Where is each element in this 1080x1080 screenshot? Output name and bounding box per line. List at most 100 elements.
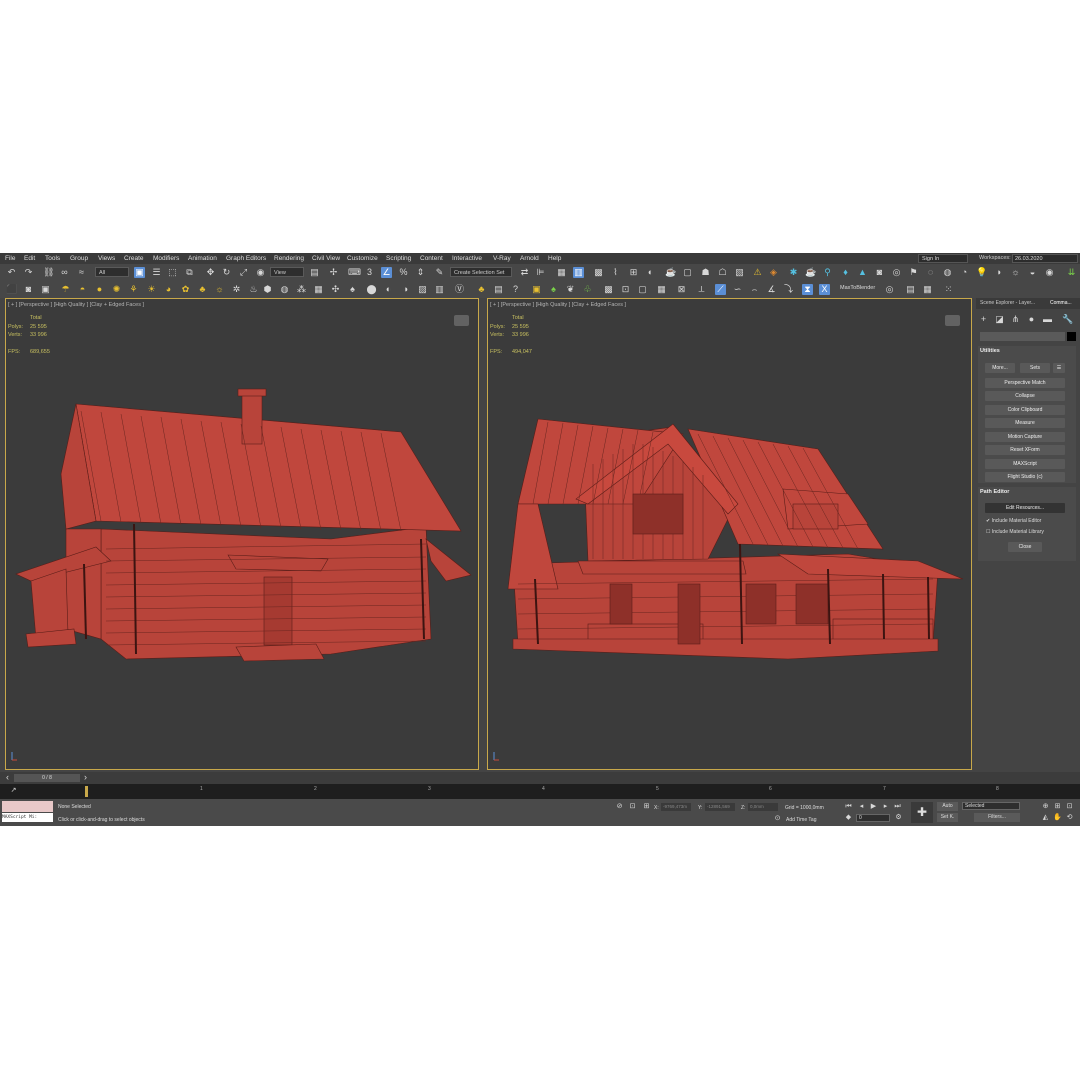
schematic-view-icon[interactable]: ⊞	[628, 267, 639, 278]
time-slider[interactable]: 0 / 8	[14, 774, 80, 782]
vray-ambient-icon[interactable]: ⚘	[128, 284, 139, 295]
track-bar[interactable]: ↗ 1 2 3 4 5 6 7 8	[0, 784, 1080, 799]
material-icon[interactable]: ▣	[40, 284, 51, 295]
checker-icon[interactable]: ▦	[656, 284, 667, 295]
menu-content[interactable]: Content	[420, 255, 443, 262]
zoom-all-icon[interactable]: ⊞	[1052, 801, 1063, 812]
select-manipulate-icon[interactable]: ✢	[328, 267, 339, 278]
keyboard-shortcut-icon[interactable]: ⌨	[348, 267, 361, 278]
color-clipboard-button[interactable]: Color Clipboard	[985, 405, 1065, 415]
previous-frame-icon[interactable]: ◂	[856, 801, 867, 812]
isolate-icon[interactable]: ⊘	[614, 801, 625, 812]
bezier-icon[interactable]: ⌢	[749, 284, 760, 295]
house-model-right[interactable]	[488, 299, 971, 769]
house-model-left[interactable]	[6, 299, 478, 769]
current-frame-field[interactable]: 0	[856, 814, 890, 822]
motion-tab-icon[interactable]: ●	[1026, 314, 1037, 325]
snap-3d-icon[interactable]: 3	[364, 267, 375, 278]
chamfer-icon[interactable]: ∡	[766, 284, 777, 295]
selection-set-dropdown[interactable]: Create Selection Set	[450, 267, 512, 277]
vray-dome-icon[interactable]: ◓	[77, 284, 88, 295]
arnold-volume-icon[interactable]: ◎	[891, 267, 902, 278]
help-icon[interactable]: ?	[510, 284, 521, 295]
vray-sphere-icon[interactable]: ◕	[163, 284, 174, 295]
menu-interactive[interactable]: Interactive	[452, 255, 482, 262]
bind-space-warp-icon[interactable]: ≈	[76, 267, 87, 278]
material-ball-icon[interactable]: ⬤	[366, 284, 377, 295]
key-mode-icon[interactable]: ◆	[843, 812, 854, 823]
menu-group[interactable]: Group	[70, 255, 88, 262]
arnold-mesh-icon[interactable]: ◙	[874, 267, 885, 278]
vray-ies-icon[interactable]: ✺	[111, 284, 122, 295]
close-button[interactable]: Close	[1008, 542, 1042, 552]
pivot-icon[interactable]: ▤	[309, 267, 320, 278]
forest-icon[interactable]: ♣	[476, 284, 487, 295]
vray-plane-icon[interactable]: ▦	[313, 284, 324, 295]
time-config-icon[interactable]: ⚙	[893, 812, 904, 823]
hierarchy-tab-icon[interactable]: ⋔	[1010, 314, 1021, 325]
material-sphere-icon[interactable]: ◑	[400, 284, 411, 295]
z-coordinate-field[interactable]: 0,0mm	[748, 803, 778, 811]
light-lister-icon[interactable]: ◑	[993, 267, 1004, 278]
configure-sets-icon[interactable]: ☰	[1053, 363, 1065, 373]
render-activeshade-icon[interactable]: ▧	[734, 267, 745, 278]
vray-fire-icon[interactable]: ♨	[248, 284, 259, 295]
material-ball-2-icon[interactable]: ◐	[383, 284, 394, 295]
selection-filter-dropdown[interactable]: All	[95, 267, 129, 277]
current-frame-marker[interactable]	[85, 786, 88, 797]
symmetry-icon[interactable]: ⟂	[696, 284, 707, 295]
blender-icon[interactable]: ◎	[884, 284, 895, 295]
texel-icon[interactable]: ▢	[637, 284, 648, 295]
vray-scatter-icon[interactable]: ⁂	[296, 284, 307, 295]
key-filter-selection-dropdown[interactable]: Selected	[962, 802, 1020, 810]
lock-selection-icon[interactable]: ⊡	[627, 801, 638, 812]
maxscript-button[interactable]: MAXScript	[985, 459, 1065, 469]
fog-icon[interactable]: ◒	[1027, 267, 1038, 278]
field-of-view-icon[interactable]: ◭	[1040, 812, 1051, 823]
zoom-icon[interactable]: ⊕	[1040, 801, 1051, 812]
arnold-shader-icon[interactable]: ♦	[840, 267, 851, 278]
play-icon[interactable]: ▶	[868, 801, 879, 812]
absolute-mode-icon[interactable]: ⊞	[641, 801, 652, 812]
vray-sun-sky-icon[interactable]: ☼	[214, 284, 225, 295]
rect-selection-icon[interactable]: ⬚	[167, 267, 178, 278]
menu-civil-view[interactable]: Civil View	[312, 255, 340, 262]
edit-resources-button[interactable]: Edit Resources...	[985, 503, 1065, 513]
angle-snap-icon[interactable]: ∠	[381, 267, 392, 278]
menu-edit[interactable]: Edit	[24, 255, 35, 262]
undo-icon[interactable]: ↶	[6, 267, 17, 278]
arnold-stop-icon[interactable]: ◌	[925, 267, 936, 278]
vray-sun-icon[interactable]: ●	[94, 284, 105, 295]
rendered-frame-window-icon[interactable]: ▢	[682, 267, 693, 278]
camera-icon[interactable]: ◙	[23, 284, 34, 295]
ivy-icon[interactable]: ❦	[565, 284, 576, 295]
set-key-icon[interactable]: ✚	[911, 802, 933, 823]
reference-coordinate-dropdown[interactable]: View	[270, 267, 304, 277]
render-iterative-icon[interactable]: ☖	[717, 267, 728, 278]
perspective-match-button[interactable]: Perspective Match	[985, 378, 1065, 388]
mirror-icon[interactable]: ⇄	[519, 267, 530, 278]
toggle-scene-explorer-icon[interactable]: ▦	[556, 267, 567, 278]
menu-graph-editors[interactable]: Graph Editors	[226, 255, 266, 262]
create-tab-icon[interactable]: +	[978, 314, 989, 325]
maxscript-listener[interactable]	[2, 801, 53, 812]
slider-left-arrow-icon[interactable]: ‹	[2, 772, 13, 783]
box-icon[interactable]: ⬛	[6, 284, 17, 295]
warning-icon[interactable]: ⚠	[752, 267, 763, 278]
tree-icon[interactable]: ♠	[548, 284, 559, 295]
menu-rendering[interactable]: Rendering	[274, 255, 304, 262]
y-coordinate-field[interactable]: -12891,569	[705, 803, 735, 811]
dots-icon[interactable]: ⁙	[943, 284, 954, 295]
vray-proxy-icon[interactable]: ✿	[180, 284, 191, 295]
redo-icon[interactable]: ↷	[23, 267, 34, 278]
toggle-ribbon-icon[interactable]: ▩	[593, 267, 604, 278]
menu-create[interactable]: Create	[124, 255, 144, 262]
track-filter-icon[interactable]: ↗	[8, 785, 19, 796]
include-material-library-checkbox[interactable]: ☐ Include Material Library	[986, 529, 1044, 535]
set-key-button[interactable]: Set K.	[937, 813, 958, 822]
arnold-icon[interactable]: ✱	[788, 267, 799, 278]
slider-right-arrow-icon[interactable]: ›	[80, 772, 91, 783]
grass-icon[interactable]: ♧	[582, 284, 593, 295]
sets-button[interactable]: Sets	[1020, 363, 1050, 373]
measure-button[interactable]: Measure	[985, 418, 1065, 428]
